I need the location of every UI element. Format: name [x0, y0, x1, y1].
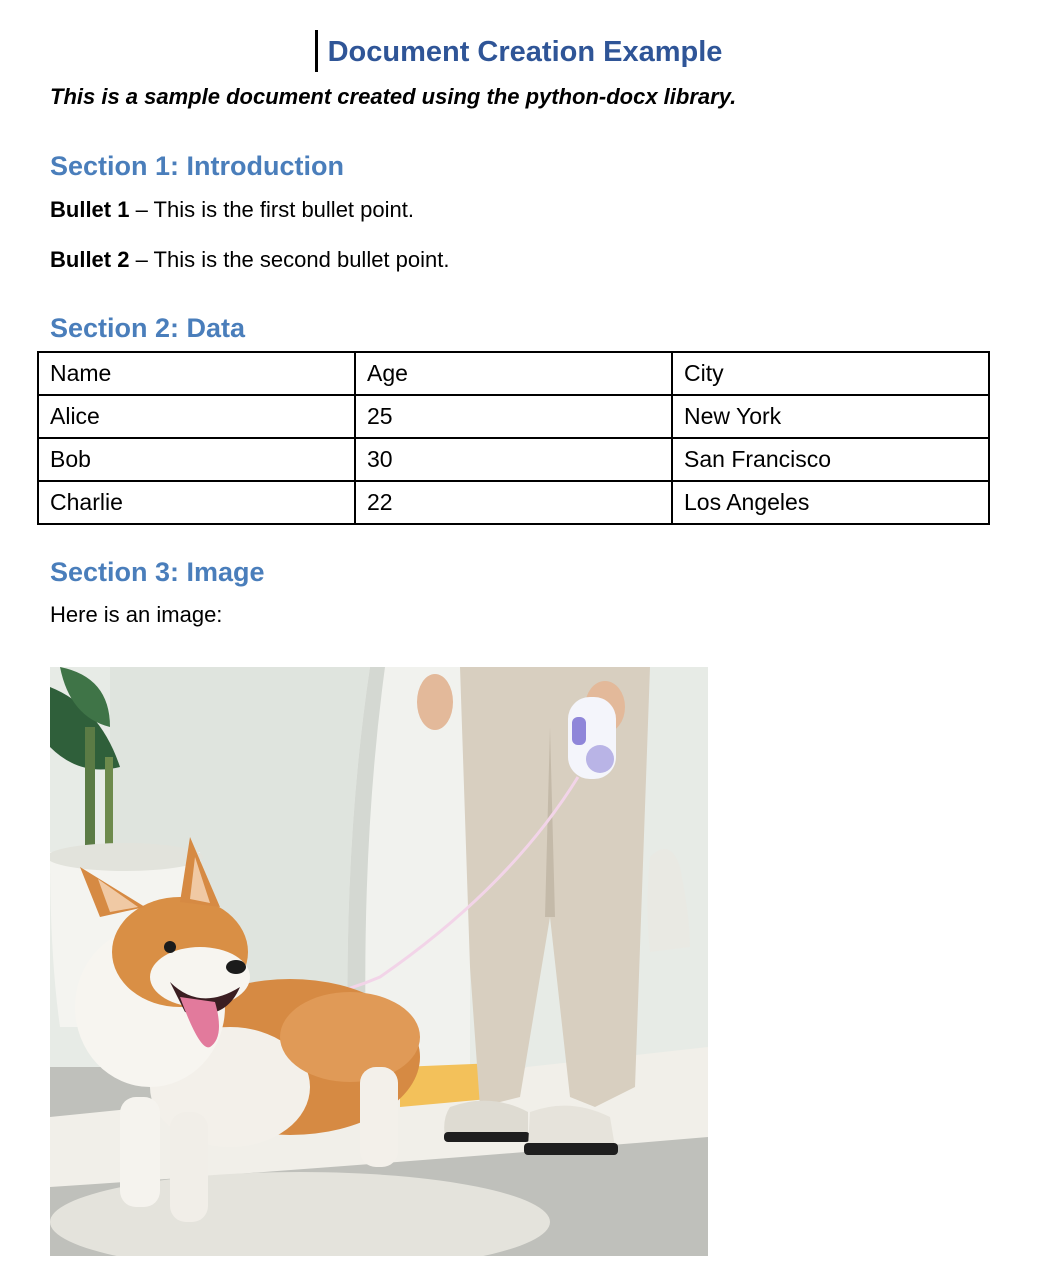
table-cell[interactable]: 30: [354, 437, 673, 482]
table-header-cell[interactable]: City: [671, 351, 990, 396]
bullet-text: This is the first bullet point.: [153, 197, 414, 222]
table-cell[interactable]: 22: [354, 480, 673, 525]
table-row: Alice 25 New York: [37, 394, 990, 439]
table-row: Bob 30 San Francisco: [37, 437, 990, 482]
table-cell[interactable]: Bob: [37, 437, 356, 482]
table-row: Charlie 22 Los Angeles: [37, 480, 990, 525]
section-2-heading[interactable]: Section 2: Data: [50, 311, 245, 345]
bullet-label: Bullet 2: [50, 247, 130, 272]
section-3-heading[interactable]: Section 3: Image: [50, 555, 265, 589]
bullet-separator: –: [129, 197, 154, 222]
table-cell[interactable]: 25: [354, 394, 673, 439]
bullet-label: Bullet 1: [50, 197, 130, 222]
table-cell[interactable]: San Francisco: [671, 437, 990, 482]
section-1-heading[interactable]: Section 1: Introduction: [50, 149, 344, 183]
table-cell[interactable]: Charlie: [37, 480, 356, 525]
table-header-cell[interactable]: Age: [354, 351, 673, 396]
table-cell[interactable]: Alice: [37, 394, 356, 439]
document-title[interactable]: Document Creation Example: [0, 32, 1050, 72]
data-table: Name Age City Alice 25 New York Bob 30 S…: [37, 351, 990, 525]
bullet-separator: –: [129, 247, 154, 272]
document-page: Document Creation Example This is a samp…: [0, 0, 1056, 1276]
bullet-paragraph-2[interactable]: Bullet 2 – This is the second bullet poi…: [50, 245, 449, 275]
table-header-row: Name Age City: [37, 351, 990, 396]
corgi-photo[interactable]: [50, 667, 708, 1256]
table-cell[interactable]: Los Angeles: [671, 480, 990, 525]
image-intro-paragraph[interactable]: Here is an image:: [50, 600, 222, 630]
bullet-paragraph-1[interactable]: Bullet 1 – This is the first bullet poin…: [50, 195, 414, 225]
bullet-text: This is the second bullet point.: [153, 247, 450, 272]
document-subtitle[interactable]: This is a sample document created using …: [50, 82, 736, 112]
table-cell[interactable]: New York: [671, 394, 990, 439]
table-header-cell[interactable]: Name: [37, 351, 356, 396]
